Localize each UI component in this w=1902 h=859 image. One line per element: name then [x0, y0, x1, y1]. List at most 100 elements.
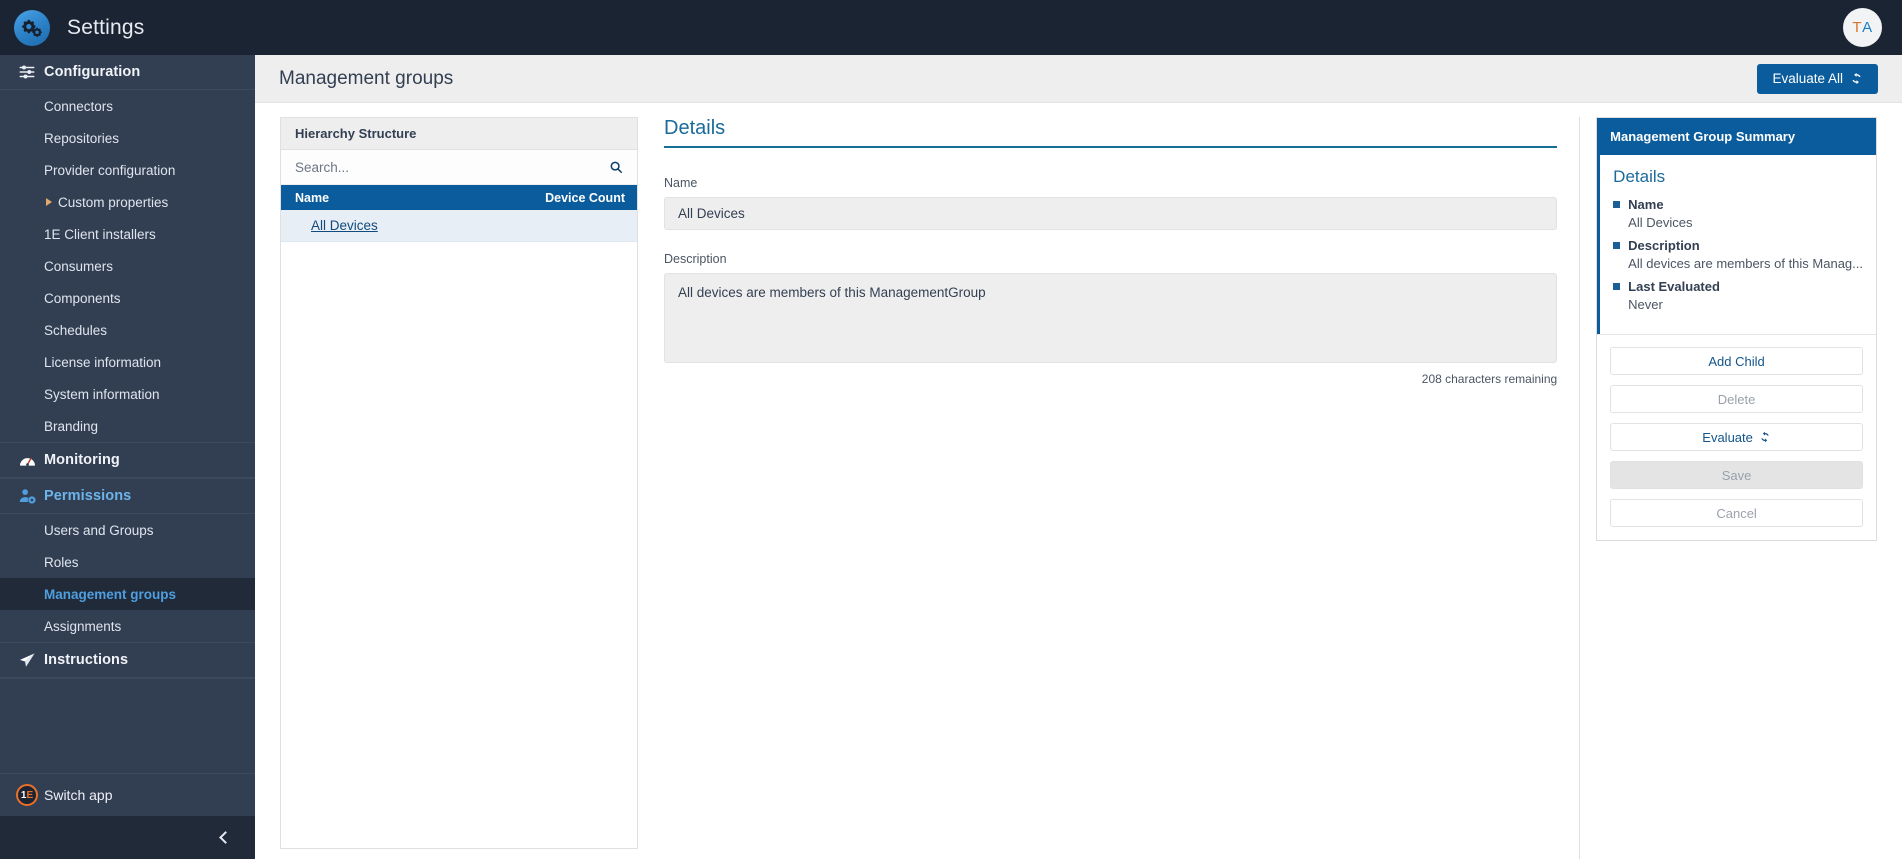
- gears-icon: [14, 9, 50, 46]
- add-child-button[interactable]: Add Child: [1610, 347, 1863, 375]
- sidebar-item-system-information[interactable]: System information: [0, 378, 255, 410]
- sidebar-group-permissions[interactable]: Permissions: [0, 479, 255, 514]
- summary-title: Details: [1613, 167, 1666, 186]
- column-header-device-count: Device Count: [545, 190, 625, 205]
- description-field-group: Description All devices are members of t…: [664, 252, 1558, 386]
- sidebar-item-1e-client-installers[interactable]: 1E Client installers: [0, 218, 255, 250]
- brand[interactable]: Settings: [0, 9, 255, 46]
- cancel-label: Cancel: [1716, 505, 1757, 521]
- save-button[interactable]: Save: [1610, 461, 1863, 489]
- content-area: Management groups Evaluate All Hierarchy…: [255, 55, 1902, 859]
- summary-column: Management Group Summary Details Name Al…: [1580, 117, 1902, 859]
- sidebar-item-license-information[interactable]: License information: [0, 346, 255, 378]
- name-label: Name: [664, 176, 698, 190]
- search-input[interactable]: [295, 159, 609, 175]
- delete-button[interactable]: Delete: [1610, 385, 1863, 413]
- sidebar-item-label: License information: [44, 354, 162, 370]
- refresh-icon: [1759, 431, 1771, 443]
- page-header: Management groups Evaluate All: [255, 55, 1902, 103]
- sidebar-item-branding[interactable]: Branding: [0, 410, 255, 442]
- page-title: Management groups: [279, 67, 454, 89]
- summary-field-last-evaluated: Last Evaluated Never: [1613, 279, 1863, 312]
- cancel-button[interactable]: Cancel: [1610, 499, 1863, 527]
- sidebar-group-monitoring[interactable]: Monitoring: [0, 443, 255, 478]
- sliders-icon: [10, 63, 44, 81]
- summary-body: Details Name All Devices Description All…: [1597, 155, 1876, 334]
- name-field-group: Name All Devices: [664, 176, 1558, 230]
- sidebar-item-components[interactable]: Components: [0, 282, 255, 314]
- table-row[interactable]: All Devices: [281, 210, 637, 242]
- summary-field-name: Name All Devices: [1613, 197, 1863, 230]
- add-child-label: Add Child: [1708, 353, 1765, 369]
- sidebar-item-label: Connectors: [44, 98, 114, 114]
- tree-node-link[interactable]: All Devices: [311, 218, 378, 233]
- sidebar-item-label: Assignments: [44, 618, 122, 634]
- hierarchy-panel-title: Hierarchy Structure: [281, 118, 637, 150]
- save-label: Save: [1721, 467, 1752, 483]
- characters-remaining: 208 characters remaining: [1421, 372, 1558, 386]
- sidebar-collapse-button[interactable]: [0, 816, 255, 859]
- summary-value: All Devices: [1628, 215, 1693, 230]
- description-field[interactable]: All devices are members of this Manageme…: [664, 273, 1558, 363]
- sidebar-item-management-groups[interactable]: Management groups: [0, 578, 255, 610]
- sidebar-item-assignments[interactable]: Assignments: [0, 610, 255, 642]
- summary-key-label: Last Evaluated: [1628, 279, 1720, 294]
- summary-field-key: Name: [1613, 197, 1863, 212]
- chevron-right-icon[interactable]: [46, 198, 52, 206]
- sidebar-item-custom-properties[interactable]: Custom properties: [0, 186, 255, 218]
- divider: [0, 678, 255, 679]
- evaluate-all-button[interactable]: Evaluate All: [1757, 63, 1878, 94]
- sidebar-group-label: Configuration: [44, 64, 141, 80]
- summary-field-key: Description: [1613, 238, 1863, 253]
- column-header-name: Name: [295, 190, 330, 205]
- sidebar-filler: [0, 726, 255, 773]
- bullet-square-icon: [1613, 283, 1621, 290]
- name-field[interactable]: All Devices: [664, 197, 1558, 230]
- switch-app-label: Switch app: [44, 787, 113, 803]
- summary-card: Management Group Summary Details Name Al…: [1596, 117, 1877, 541]
- search-icon[interactable]: [609, 160, 623, 174]
- sidebar: Configuration Connectors Repositories Pr…: [0, 55, 255, 859]
- sidebar-item-roles[interactable]: Roles: [0, 546, 255, 578]
- delete-label: Delete: [1717, 391, 1756, 407]
- summary-key-label: Name: [1628, 197, 1664, 212]
- top-bar: Settings TA: [0, 0, 1902, 55]
- sidebar-item-label: Provider configuration: [44, 162, 176, 178]
- description-label: Description: [664, 252, 727, 266]
- refresh-icon: [1850, 72, 1863, 85]
- sidebar-item-label: Schedules: [44, 322, 108, 338]
- hierarchy-column: Hierarchy Structure Name: [255, 117, 650, 859]
- evaluate-button[interactable]: Evaluate: [1610, 423, 1863, 451]
- switch-app-button[interactable]: 1E Switch app: [0, 773, 255, 816]
- summary-value: Never: [1628, 297, 1663, 312]
- summary-actions: Add Child Delete Evaluate Save Cancel: [1597, 334, 1876, 540]
- sidebar-item-provider-configuration[interactable]: Provider configuration: [0, 154, 255, 186]
- avatar-initial-second: A: [1862, 19, 1873, 36]
- sidebar-item-schedules[interactable]: Schedules: [0, 314, 255, 346]
- summary-header: Management Group Summary: [1597, 118, 1876, 155]
- sidebar-group-instructions[interactable]: Instructions: [0, 643, 255, 678]
- summary-key-label: Description: [1628, 238, 1700, 253]
- work-row: Hierarchy Structure Name: [255, 103, 1902, 859]
- avatar[interactable]: TA: [1843, 8, 1882, 47]
- sidebar-item-label: Roles: [44, 554, 79, 570]
- details-column: Details Name All Devices Description All…: [650, 117, 1581, 859]
- sidebar-group-label: Instructions: [44, 652, 129, 668]
- sidebar-item-label: Components: [44, 290, 121, 306]
- sidebar-group-configuration[interactable]: Configuration: [0, 55, 255, 90]
- sidebar-item-users-and-groups[interactable]: Users and Groups: [0, 514, 255, 546]
- sidebar-item-label: Branding: [44, 418, 99, 434]
- gauge-icon: [10, 451, 44, 470]
- avatar-initial-first: T: [1852, 19, 1863, 36]
- sidebar-item-repositories[interactable]: Repositories: [0, 122, 255, 154]
- sidebar-item-label: Users and Groups: [44, 522, 154, 538]
- sidebar-item-label: Management groups: [44, 586, 177, 602]
- sidebar-item-connectors[interactable]: Connectors: [0, 90, 255, 122]
- sidebar-group-label: Permissions: [44, 488, 132, 504]
- bullet-square-icon: [1613, 242, 1621, 249]
- hierarchy-table-header: Name Device Count: [281, 185, 637, 210]
- user-gear-icon: [10, 487, 44, 506]
- sidebar-item-consumers[interactable]: Consumers: [0, 250, 255, 282]
- sidebar-item-label: Consumers: [44, 258, 114, 274]
- summary-field-key: Last Evaluated: [1613, 279, 1863, 294]
